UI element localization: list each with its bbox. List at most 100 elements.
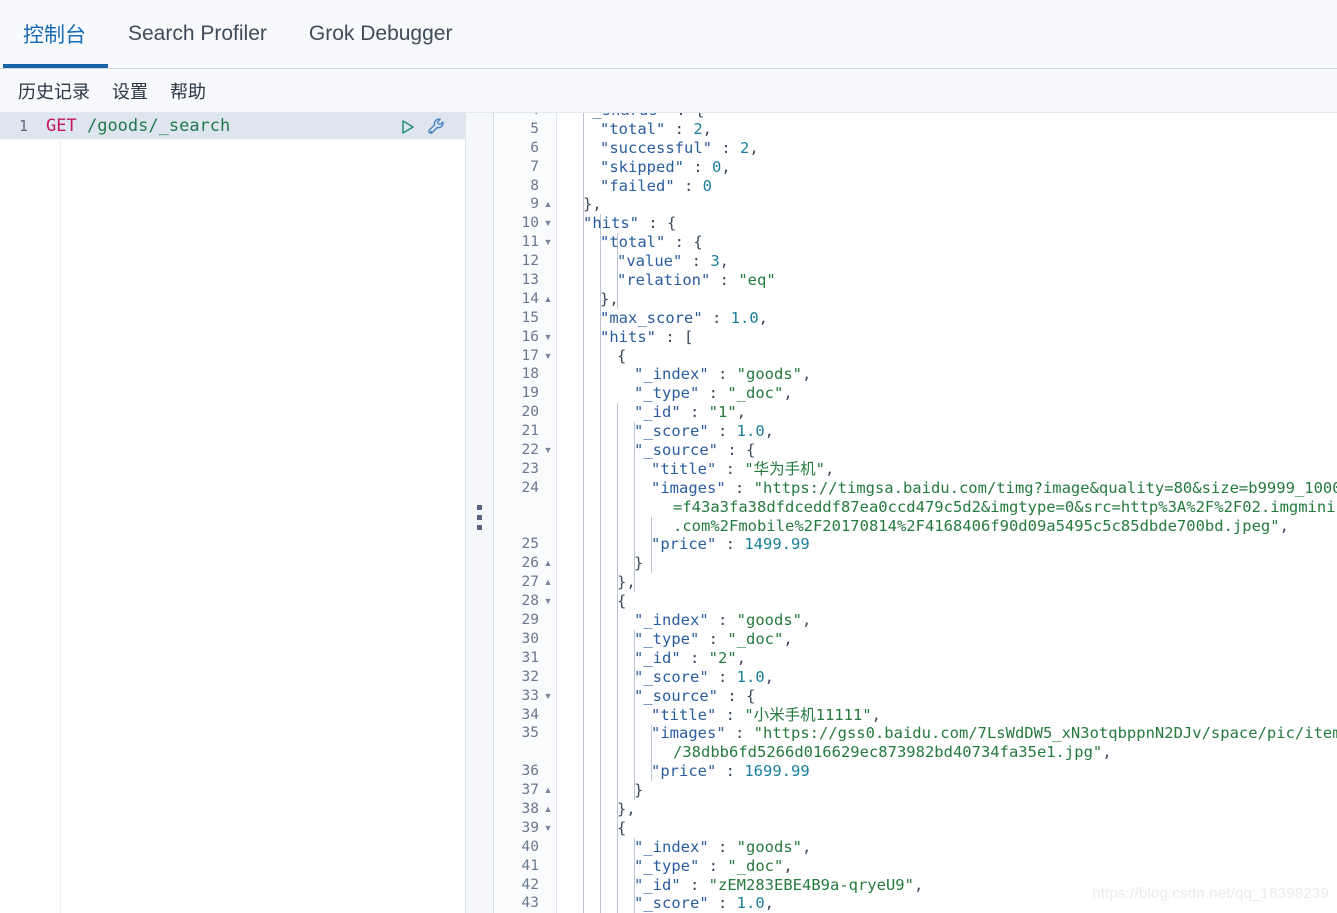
token-n: 0 xyxy=(712,157,722,176)
request-editor-panel[interactable]: 1 GET /goods/_search xyxy=(0,113,466,913)
menu-item-2[interactable]: 帮助 xyxy=(170,78,206,104)
response-wrapped-line: =f43a3fa38dfdceddf87ea0ccd479c5d2&imgtyp… xyxy=(495,498,1337,517)
token-p: , xyxy=(764,894,774,913)
response-line-number: 32 xyxy=(521,668,539,685)
token-k: "_score" xyxy=(634,667,709,686)
token-p: , xyxy=(801,611,812,630)
editor-line-1[interactable]: 1 GET /goods/_search xyxy=(0,113,465,139)
response-line-number: 13 xyxy=(521,272,539,289)
token-p: : { xyxy=(665,233,703,252)
response-line: 40 "_index" : "goods", xyxy=(495,838,1337,857)
token-p: { xyxy=(617,592,627,611)
token-p: , xyxy=(913,875,924,894)
response-line: 32 "_score" : 1.0, xyxy=(495,668,1337,687)
response-json-body[interactable]: 4"_shards" : {5"total" : 2,6"successful"… xyxy=(495,113,1337,913)
response-line-content: }, xyxy=(557,195,602,214)
fold-toggle-icon[interactable]: ▼ xyxy=(539,347,557,366)
token-p: , xyxy=(758,308,768,327)
play-icon[interactable] xyxy=(397,117,417,137)
token-k: "_index" xyxy=(634,837,709,856)
response-line-content: .com%2Fmobile%2F20170814%2F4168406f90d09… xyxy=(557,517,1289,536)
fold-toggle-icon[interactable]: ▼ xyxy=(539,819,557,838)
response-line-number: 39 xyxy=(521,819,539,836)
token-k: "failed" xyxy=(600,176,675,195)
fold-toggle-icon[interactable]: ▲ xyxy=(539,781,557,800)
menu-item-1[interactable]: 设置 xyxy=(112,78,148,104)
response-line: 30 "_type" : "_doc", xyxy=(495,630,1337,649)
token-p: : xyxy=(684,157,712,176)
response-line-content: { xyxy=(557,819,626,838)
fold-toggle-icon[interactable]: ▼ xyxy=(539,214,557,233)
token-s: "eq" xyxy=(738,271,776,290)
fold-toggle-icon[interactable]: ▲ xyxy=(539,290,557,309)
token-p: , xyxy=(783,856,793,875)
response-line-content: "_type" : "_doc", xyxy=(557,384,793,403)
tab-active-underline xyxy=(3,64,108,68)
response-line-content: "total" : { xyxy=(557,233,703,252)
token-k: "_shards" xyxy=(583,113,667,119)
editor-request-text[interactable]: GET /goods/_search xyxy=(44,116,230,136)
token-p: : xyxy=(674,176,703,195)
token-k: "value" xyxy=(617,252,683,271)
response-line: 16 ▼ "hits" : [ xyxy=(495,328,1337,347)
token-p: : { xyxy=(667,113,704,119)
response-line: 27 ▲}, xyxy=(495,573,1337,592)
response-line: 21 "_score" : 1.0, xyxy=(495,422,1337,441)
response-line-number: 4 xyxy=(495,113,539,120)
token-k: "hits" xyxy=(583,214,639,233)
token-p: , xyxy=(749,138,759,157)
tab-2[interactable]: Grok Debugger xyxy=(289,0,475,68)
response-line-content: "_source" : { xyxy=(557,441,755,460)
fold-toggle-icon[interactable]: ▲ xyxy=(539,554,557,573)
response-line-content: "_score" : 1.0, xyxy=(557,422,774,441)
token-p: : xyxy=(725,724,754,743)
fold-toggle-icon[interactable]: ▼ xyxy=(539,328,557,347)
fold-toggle-icon[interactable]: ▼ xyxy=(539,592,557,611)
response-line: 18 "_index" : "goods", xyxy=(495,365,1337,384)
fold-toggle-icon[interactable]: ▲ xyxy=(539,195,557,214)
token-n: 1.0 xyxy=(730,308,759,327)
response-line: 38 ▲}, xyxy=(495,800,1337,819)
fold-toggle-icon[interactable]: ▼ xyxy=(539,687,557,706)
response-line-content: } xyxy=(557,781,643,800)
editor-body[interactable] xyxy=(62,139,465,913)
menu-item-0[interactable]: 历史记录 xyxy=(18,78,90,104)
token-k: "_index" xyxy=(634,611,709,630)
token-p: : xyxy=(682,252,711,271)
response-line-content: "value" : 3, xyxy=(557,252,729,271)
response-line-content: "_score" : 1.0, xyxy=(557,668,774,687)
token-p: , xyxy=(721,157,731,176)
response-line-content: "_index" : "goods", xyxy=(557,838,811,857)
token-n: 1.0 xyxy=(736,894,765,913)
token-p: : xyxy=(716,535,745,554)
response-line-content: "_type" : "_doc", xyxy=(557,857,793,876)
token-k: "_id" xyxy=(634,875,681,894)
fold-toggle-icon[interactable]: ▲ xyxy=(539,800,557,819)
tab-1[interactable]: Search Profiler xyxy=(108,0,289,68)
response-line: 14 ▲}, xyxy=(495,290,1337,309)
token-k: "price" xyxy=(651,762,717,781)
response-line-number: 5 xyxy=(530,120,539,137)
response-line-content: "_index" : "goods", xyxy=(557,365,811,384)
response-line-content: "relation" : "eq" xyxy=(557,271,776,290)
fold-toggle-icon[interactable]: ▲ xyxy=(539,573,557,592)
tab-0[interactable]: 控制台 xyxy=(3,0,108,68)
wrench-icon[interactable] xyxy=(426,116,448,138)
editor-gutter xyxy=(0,113,61,913)
fold-toggle-icon[interactable]: ▼ xyxy=(539,441,557,460)
response-line: 39 ▼ { xyxy=(495,819,1337,838)
token-p: : xyxy=(665,119,694,138)
response-line: 29 "_index" : "goods", xyxy=(495,611,1337,630)
token-k: "max_score" xyxy=(600,308,703,327)
response-line-content: }, xyxy=(557,800,636,819)
panel-splitter-handle[interactable] xyxy=(466,113,494,913)
token-p: : xyxy=(699,629,728,648)
response-viewer-panel[interactable]: 4"_shards" : {5"total" : 2,6"successful"… xyxy=(495,113,1337,913)
response-line: 35 "images" : "https://gss0.baidu.com/7Ls… xyxy=(495,724,1337,743)
fold-toggle-icon[interactable]: ▼ xyxy=(539,233,557,252)
token-n: 0 xyxy=(702,176,712,195)
token-n: 3 xyxy=(710,252,720,271)
response-line: 15 "max_score" : 1.0, xyxy=(495,309,1337,328)
token-p: , xyxy=(825,459,835,478)
response-line-number: 24 xyxy=(521,479,539,496)
